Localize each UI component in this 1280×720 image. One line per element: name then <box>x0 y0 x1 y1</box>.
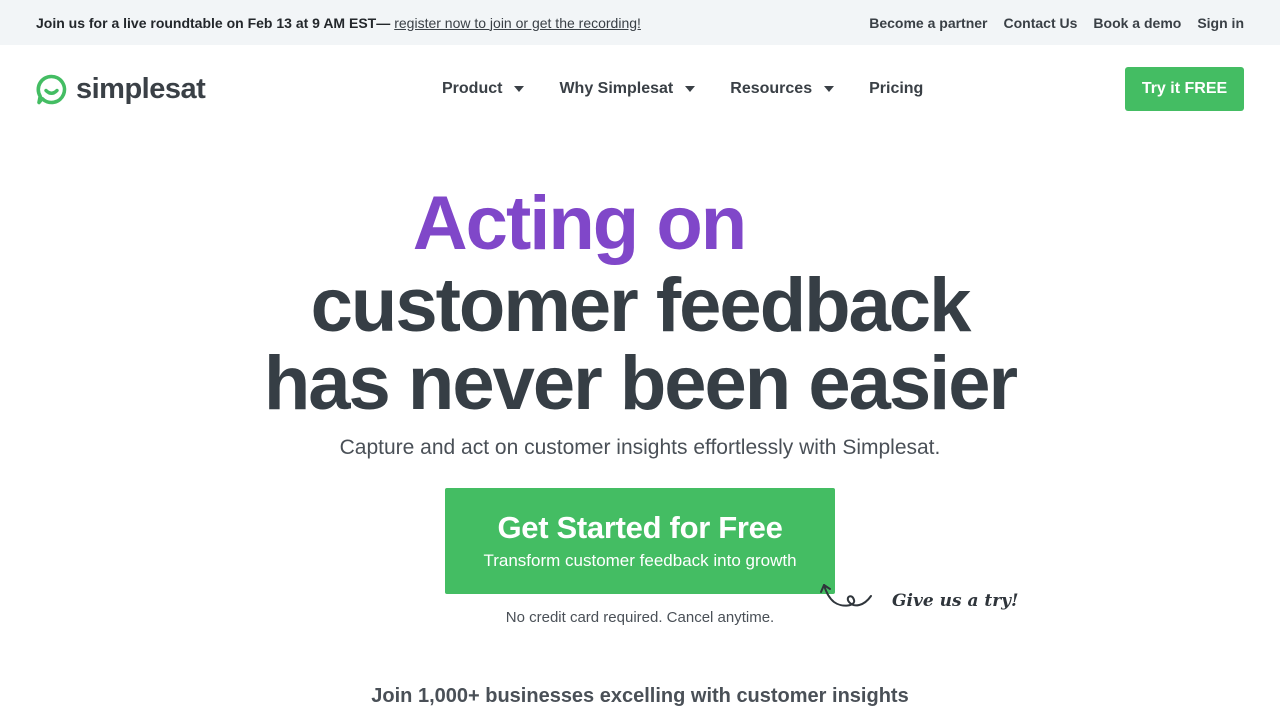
caret-down-icon <box>824 86 835 92</box>
contact-us-link[interactable]: Contact Us <box>1004 15 1078 31</box>
get-started-subtitle: Transform customer feedback into growth <box>483 551 797 570</box>
chat-bubble-smile-icon <box>36 74 67 105</box>
nav-why-simplesat[interactable]: Why Simplesat <box>559 80 696 98</box>
nav-product-label: Product <box>442 80 503 97</box>
register-link[interactable]: register now to join or get the recordin… <box>394 15 641 31</box>
hero-headline-line1: Acting on <box>0 186 1280 262</box>
hero-headline-accent: Acting on <box>412 181 747 266</box>
caret-down-icon <box>514 86 525 92</box>
sign-in-link[interactable]: Sign in <box>1197 15 1244 31</box>
nav-resources-label: Resources <box>730 80 813 97</box>
caret-down-icon <box>685 86 696 92</box>
announcement-lead: Join us for a live roundtable on Feb 13 … <box>36 14 391 31</box>
book-demo-link[interactable]: Book a demo <box>1093 15 1181 31</box>
try-free-button[interactable]: Try it FREE <box>1125 67 1244 111</box>
logo[interactable]: simplesat <box>36 72 206 106</box>
logo-wordmark: simplesat <box>76 72 206 105</box>
social-proof-heading: Join 1,000+ businesses excelling with cu… <box>371 685 909 707</box>
try-note-text: Give us a try! <box>892 591 1019 611</box>
announcement-bar: Join us for a live roundtable on Feb 13 … <box>0 0 1280 45</box>
nav-product[interactable]: Product <box>442 80 525 98</box>
give-us-a-try-note: Give us a try! <box>892 591 1019 611</box>
get-started-button[interactable]: Get Started for Free Transform customer … <box>445 488 835 594</box>
nav-resources[interactable]: Resources <box>730 80 835 98</box>
curly-arrow-icon <box>820 584 872 607</box>
become-partner-link[interactable]: Become a partner <box>869 15 987 31</box>
utility-links: Become a partner Contact Us Book a demo … <box>869 15 1244 31</box>
main-nav: Product Why Simplesat Resources Pricing <box>442 45 923 133</box>
nav-pricing-label: Pricing <box>869 80 924 97</box>
get-started-title: Get Started for Free <box>497 510 783 545</box>
no-credit-card-note: No credit card required. Cancel anytime. <box>505 609 775 626</box>
hero-headline-line3: has never been easier <box>263 341 1018 426</box>
hero-subtitle: Capture and act on customer insights eff… <box>339 436 941 459</box>
site-header: simplesat Product Why Simplesat Resource… <box>0 45 1280 133</box>
nav-why-label: Why Simplesat <box>559 80 674 97</box>
nav-pricing[interactable]: Pricing <box>869 80 923 98</box>
hero-headline-line2: customer feedback <box>310 263 972 348</box>
